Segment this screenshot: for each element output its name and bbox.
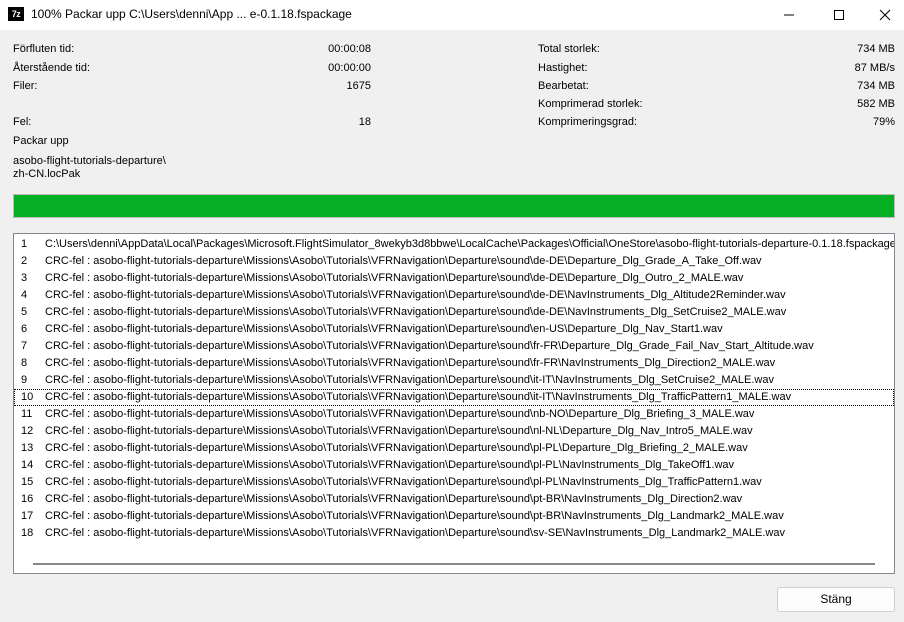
log-row-text: CRC-fel : asobo-flight-tutorials-departu… (45, 476, 762, 488)
elapsed-time-value: 00:00:08 (328, 43, 371, 55)
log-row[interactable]: 6 CRC-fel : asobo-flight-tutorials-depart… (14, 321, 894, 338)
window-title: 100% Packar upp C:\Users\denni\App ... e… (31, 7, 352, 21)
log-row-text: CRC-fel : asobo-flight-tutorials-departu… (45, 459, 735, 471)
log-row-number: 17 (21, 510, 34, 522)
log-row-text: CRC-fel : asobo-flight-tutorials-departu… (45, 493, 743, 505)
log-row-number: 7 (21, 340, 28, 352)
files-value: 1675 (346, 80, 371, 92)
compression-ratio-label: Komprimeringsgrad: (538, 116, 638, 128)
processed-label: Bearbetat: (538, 80, 589, 92)
processed-value: 734 MB (857, 80, 895, 92)
files-label: Filer: (13, 80, 38, 92)
close-icon (879, 9, 891, 21)
maximize-button[interactable] (816, 0, 862, 30)
total-size-value: 734 MB (857, 43, 895, 55)
log-row-number: 13 (21, 442, 34, 454)
minimize-button[interactable] (766, 0, 812, 30)
log-row-text: CRC-fel : asobo-flight-tutorials-departu… (45, 510, 784, 522)
log-row-number: 18 (21, 527, 34, 539)
log-row-text: CRC-fel : asobo-flight-tutorials-departu… (45, 306, 787, 318)
errors-label: Fel: (13, 116, 32, 128)
log-row[interactable]: 16 CRC-fel : asobo-flight-tutorials-depar… (14, 491, 894, 508)
elapsed-time-label: Förfluten tid: (13, 43, 75, 55)
compressed-size-label: Komprimerad storlek: (538, 98, 643, 110)
log-row[interactable]: 5 CRC-fel : asobo-flight-tutorials-depart… (14, 304, 894, 321)
log-row-text: CRC-fel : asobo-flight-tutorials-departu… (45, 425, 753, 437)
speed-value: 87 MB/s (854, 62, 895, 74)
log-row[interactable]: 17 CRC-fel : asobo-flight-tutorials-depar… (14, 508, 894, 525)
log-row[interactable]: 8 CRC-fel : asobo-flight-tutorials-depart… (14, 355, 894, 372)
progress-bar (13, 194, 895, 218)
minimize-icon (784, 14, 794, 16)
log-row-text: CRC-fel : asobo-flight-tutorials-departu… (45, 408, 755, 420)
remaining-time-label: Återstående tid: (13, 62, 91, 74)
errors-value: 18 (358, 116, 371, 128)
log-row-number: 3 (21, 272, 28, 284)
total-size-label: Total storlek: (538, 43, 600, 55)
progress-fill (14, 195, 894, 217)
log-row[interactable]: 1 C:\Users\denni\AppData\Local\Packages\M… (14, 236, 894, 253)
log-row-number: 11 (21, 408, 33, 420)
log-row-text: CRC-fel : asobo-flight-tutorials-departu… (45, 442, 748, 454)
log-row[interactable]: 18 CRC-fel : asobo-flight-tutorials-depar… (14, 525, 894, 542)
log-row[interactable]: 7 CRC-fel : asobo-flight-tutorials-depart… (14, 338, 894, 355)
compressed-size-value: 582 MB (857, 98, 895, 110)
log-row-number: 1 (21, 238, 28, 250)
speed-label: Hastighet: (538, 62, 588, 74)
log-row-number: 14 (21, 459, 34, 471)
log-row-text: C:\Users\denni\AppData\Local\Packages\Mi… (45, 238, 895, 250)
log-row[interactable]: 14 CRC-fel : asobo-flight-tutorials-depar… (14, 457, 894, 474)
log-row-number: 4 (21, 289, 28, 301)
log-row-number: 12 (21, 425, 34, 437)
log-row-number: 8 (21, 357, 28, 369)
log-row[interactable]: 3 CRC-fel : asobo-flight-tutorials-depart… (14, 270, 894, 287)
operation-label: Packar upp (13, 135, 69, 147)
remaining-time-value: 00:00:00 (328, 62, 371, 74)
log-row-text: CRC-fel : asobo-flight-tutorials-departu… (45, 340, 814, 352)
log-row-text: CRC-fel : asobo-flight-tutorials-departu… (45, 255, 762, 267)
log-row[interactable]: 9 CRC-fel : asobo-flight-tutorials-depart… (14, 372, 894, 389)
log-row-number: 15 (21, 476, 34, 488)
current-file-name: zh-CN.locPak (13, 168, 81, 180)
log-row[interactable]: 4 CRC-fel : asobo-flight-tutorials-depart… (14, 287, 894, 304)
log-row-text: CRC-fel : asobo-flight-tutorials-departu… (45, 374, 774, 386)
log-row-number: 9 (21, 374, 28, 386)
log-row[interactable]: 13 CRC-fel : asobo-flight-tutorials-depar… (14, 440, 894, 457)
log-row-text: CRC-fel : asobo-flight-tutorials-departu… (45, 323, 723, 335)
scrollbar-thumb[interactable] (33, 563, 875, 565)
log-row-number: 6 (21, 323, 28, 335)
log-row[interactable]: 12 CRC-fel : asobo-flight-tutorials-depar… (14, 423, 894, 440)
maximize-icon (834, 10, 844, 20)
title-bar[interactable]: 7z 100% Packar upp C:\Users\denni\App ..… (0, 0, 904, 30)
log-row-text: CRC-fel : asobo-flight-tutorials-departu… (45, 272, 744, 284)
log-row[interactable]: 15 CRC-fel : asobo-flight-tutorials-depar… (14, 474, 894, 491)
log-row-text: CRC-fel : asobo-flight-tutorials-departu… (45, 357, 776, 369)
close-button[interactable]: Stäng (777, 587, 895, 612)
7zip-app-icon: 7z (8, 7, 24, 21)
log-row[interactable]: 10 CRC-fel : asobo-flight-tutorials-depar… (14, 389, 894, 406)
log-row-number: 10 (21, 391, 34, 403)
log-row[interactable]: 2 CRC-fel : asobo-flight-tutorials-depart… (14, 253, 894, 270)
error-log-list[interactable]: 1 C:\Users\denni\AppData\Local\Packages\M… (13, 233, 895, 574)
log-row-text: CRC-fel : asobo-flight-tutorials-departu… (45, 391, 792, 403)
log-row[interactable]: 11 CRC-fel : asobo-flight-tutorials-depar… (14, 406, 894, 423)
compression-ratio-value: 79% (872, 116, 895, 128)
current-file-path: asobo-flight-tutorials-departure\ (13, 155, 166, 167)
close-window-button[interactable] (862, 0, 904, 30)
log-row-number: 5 (21, 306, 28, 318)
log-row-text: CRC-fel : asobo-flight-tutorials-departu… (45, 289, 786, 301)
log-row-number: 2 (21, 255, 28, 267)
log-row-number: 16 (21, 493, 34, 505)
horizontal-scrollbar[interactable] (15, 556, 893, 572)
log-row-text: CRC-fel : asobo-flight-tutorials-departu… (45, 527, 785, 539)
